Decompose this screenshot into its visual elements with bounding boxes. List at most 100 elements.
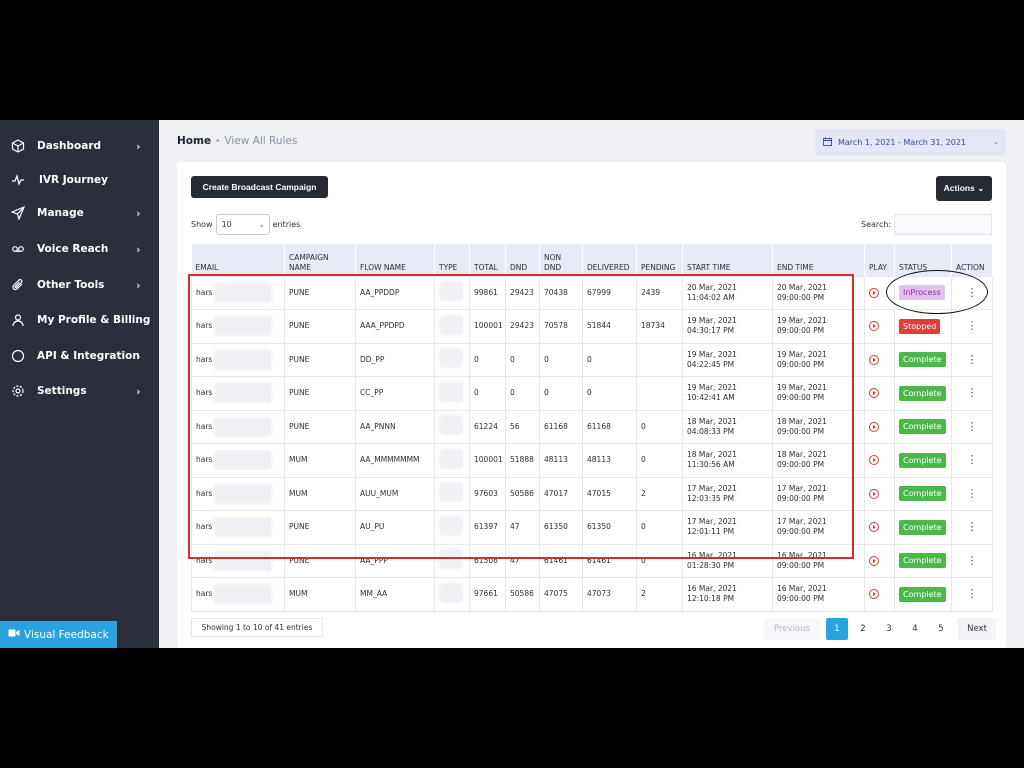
more-vertical-icon[interactable]: ⋮ — [967, 286, 978, 299]
cell-end-time: 19 Mar, 2021 09:00:00 PM — [772, 376, 865, 411]
sidebar-item-manage[interactable]: Manage › — [0, 199, 159, 227]
cell-email: hars — [191, 376, 285, 411]
email-text: hars — [196, 522, 213, 532]
entries-select[interactable]: 10 ⌄ — [215, 214, 270, 235]
cell-campaign: MUM — [284, 476, 356, 511]
chevron-down-icon: ⌄ — [993, 138, 999, 146]
cell-action: ⋮ — [951, 577, 993, 612]
play-icon[interactable] — [869, 321, 879, 332]
cell-pending: 0 — [636, 409, 683, 444]
type-redacted — [439, 448, 463, 469]
visual-feedback-button[interactable]: Visual Feedback — [0, 621, 117, 648]
sidebar-item-my-profile-billing[interactable]: My Profile & Billing — [0, 306, 159, 334]
cell-play — [864, 275, 895, 310]
more-vertical-icon[interactable]: ⋮ — [967, 453, 978, 466]
table-row: hars MUM AUU_MUM 97603 50586 47017 47015 2 17 Ma… — [191, 476, 993, 511]
play-icon[interactable] — [869, 388, 879, 399]
play-icon[interactable] — [869, 421, 879, 432]
play-icon[interactable] — [869, 354, 879, 365]
next-page-button[interactable]: Next — [958, 618, 996, 640]
sidebar-item-other-tools[interactable]: Other Tools › — [0, 271, 159, 299]
play-icon[interactable] — [869, 455, 879, 466]
chevron-right-icon: › — [136, 206, 141, 220]
more-vertical-icon[interactable]: ⋮ — [967, 386, 978, 399]
col-pending[interactable]: PENDING — [636, 244, 683, 276]
cell-pending: 2 — [636, 476, 683, 511]
user-icon — [11, 313, 25, 327]
sidebar-item-label: Settings — [37, 385, 87, 397]
cell-status: Complete — [894, 476, 952, 511]
more-vertical-icon[interactable]: ⋮ — [967, 520, 978, 533]
email-text: hars — [196, 321, 213, 331]
previous-page-button[interactable]: Previous — [764, 618, 820, 640]
col-campaign-name[interactable]: CAMPAIGN NAME — [284, 244, 356, 276]
sidebar-item-settings[interactable]: Settings › — [0, 377, 159, 405]
col-flow-name[interactable]: FLOW NAME — [355, 244, 435, 276]
cell-dnd: 0 — [505, 376, 540, 411]
play-icon[interactable] — [869, 488, 879, 499]
more-vertical-icon[interactable]: ⋮ — [967, 353, 978, 366]
email-redacted — [214, 282, 273, 303]
entries-label: entries — [272, 220, 301, 229]
play-icon[interactable] — [869, 522, 879, 533]
cell-total: 61508 — [469, 543, 506, 578]
cell-start-time: 20 Mar, 2021 11:04:02 AM — [682, 275, 773, 310]
cell-non-dnd: 61350 — [539, 510, 583, 545]
col-non-dnd[interactable]: NON DND — [539, 244, 583, 276]
cell-play — [864, 510, 895, 545]
more-vertical-icon[interactable]: ⋮ — [967, 319, 978, 332]
page-1-button[interactable]: 1 — [826, 618, 848, 640]
cell-campaign: PUNE — [284, 510, 356, 545]
col-email[interactable]: EMAIL — [191, 244, 285, 276]
sidebar-item-ivr-journey[interactable]: IVR Journey — [0, 166, 159, 194]
cell-action: ⋮ — [951, 510, 993, 545]
email-text: hars — [196, 555, 213, 565]
cell-delivered: 67999 — [582, 275, 637, 310]
page-2-button[interactable]: 2 — [852, 618, 874, 640]
more-vertical-icon[interactable]: ⋮ — [967, 587, 978, 600]
create-broadcast-campaign-button[interactable]: Create Broadcast Campaign — [191, 176, 328, 198]
col-end-time[interactable]: END TIME — [772, 244, 865, 276]
more-vertical-icon[interactable]: ⋮ — [967, 420, 978, 433]
play-icon[interactable] — [869, 589, 879, 600]
sidebar-item-dashboard[interactable]: Dashboard › — [0, 132, 159, 160]
cell-total: 97603 — [469, 476, 506, 511]
col-total[interactable]: TOTAL — [469, 244, 506, 276]
col-delivered[interactable]: DELIVERED — [582, 244, 637, 276]
table-row: hars PUNE AA_PNNN 61224 56 61168 61168 0 18 Mar,… — [191, 409, 993, 444]
type-redacted — [439, 281, 463, 302]
cell-type — [434, 443, 470, 478]
cell-total: 61224 — [469, 409, 506, 444]
more-vertical-icon[interactable]: ⋮ — [967, 554, 978, 567]
table-body: hars PUNE AA_PPDDP 99861 29423 70438 67999 2439… — [191, 275, 993, 612]
sidebar-item-voice-reach[interactable]: Voice Reach › — [0, 235, 159, 263]
col-start-time[interactable]: START TIME — [682, 244, 773, 276]
col-type[interactable]: TYPE — [434, 244, 470, 276]
search-input[interactable] — [894, 214, 993, 235]
email-text: hars — [196, 388, 213, 398]
sidebar-item-api-integration[interactable]: API & Integration › — [0, 342, 159, 370]
breadcrumb-current: View All Rules — [224, 135, 298, 147]
cell-email: hars — [191, 309, 285, 344]
page-4-button[interactable]: 4 — [904, 618, 926, 640]
search-label: Search: — [861, 220, 892, 229]
play-icon[interactable] — [869, 287, 879, 298]
breadcrumb-home[interactable]: Home — [177, 135, 211, 147]
actions-dropdown-button[interactable]: Actions ⌄ — [936, 176, 992, 201]
play-icon[interactable] — [869, 555, 879, 566]
cell-action: ⋮ — [951, 409, 993, 444]
cell-type — [434, 476, 470, 511]
table-header-row: EMAIL CAMPAIGN NAME FLOW NAME TYPE TOTAL… — [191, 244, 993, 276]
cell-start-time: 16 Mar, 2021 01:28:30 PM — [682, 543, 773, 578]
col-status[interactable]: STATUS — [894, 244, 952, 276]
col-dnd[interactable]: DND — [505, 244, 540, 276]
cell-delivered: 61168 — [582, 409, 637, 444]
cell-dnd: 29423 — [505, 309, 540, 344]
cell-total: 61397 — [469, 510, 506, 545]
page-5-button[interactable]: 5 — [930, 618, 952, 640]
more-vertical-icon[interactable]: ⋮ — [967, 487, 978, 500]
date-range-picker[interactable]: March 1, 2021 - March 31, 2021 ⌄ — [815, 129, 1006, 155]
page-3-button[interactable]: 3 — [878, 618, 900, 640]
email-text: hars — [196, 488, 213, 498]
cell-delivered: 47073 — [582, 577, 637, 612]
